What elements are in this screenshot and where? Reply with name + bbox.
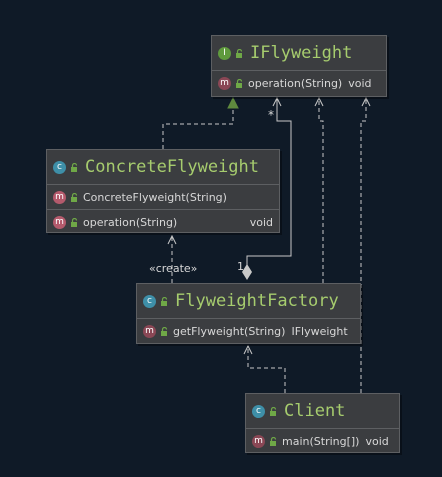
class-icon: c: [53, 160, 66, 174]
method-signature: operation(String): [248, 76, 343, 90]
method-icon: m: [53, 215, 66, 229]
method-signature: operation(String): [83, 215, 178, 229]
create-stereotype-label: «create»: [149, 262, 198, 275]
method-return-type: void: [249, 215, 273, 229]
unlock-icon: [71, 162, 78, 172]
static-method-icon: m: [252, 434, 265, 448]
unlock-icon: [270, 406, 277, 416]
edge-factory-uses-iflyweight: [318, 98, 324, 283]
class-header: c Client: [246, 394, 399, 428]
class-concreteflyweight[interactable]: c ConcreteFlyweight m ConcreteFlyweight(…: [46, 149, 280, 233]
interface-icon: I: [218, 46, 231, 60]
method-row[interactable]: m operation(String) void: [47, 210, 279, 234]
constructor-row[interactable]: m ConcreteFlyweight(String): [47, 185, 279, 209]
class-header: I IFlyweight: [212, 36, 386, 70]
method-return-type: void: [365, 434, 389, 448]
method-return-type: IFlyweight: [291, 324, 348, 338]
method-return-type: void: [348, 76, 372, 90]
class-flyweightfactory[interactable]: c FlyweightFactory m getFlyweight(String…: [136, 283, 361, 344]
multiplicity-one-label: 1: [237, 260, 244, 273]
class-iflyweight[interactable]: I IFlyweight m operation(String) void: [211, 35, 387, 97]
class-name: FlyweightFactory: [175, 291, 339, 311]
method-row[interactable]: m getFlyweight(String) IFlyweight: [137, 319, 360, 343]
class-name: ConcreteFlyweight: [85, 157, 259, 177]
abstract-method-icon: m: [218, 76, 231, 90]
class-name: IFlyweight: [250, 43, 353, 63]
class-client[interactable]: c Client m main(String[]) void: [245, 393, 400, 453]
unlock-icon: [71, 217, 78, 227]
class-icon: c: [143, 294, 156, 308]
method-icon: m: [53, 190, 66, 204]
class-name: Client: [284, 401, 346, 421]
unlock-icon: [236, 48, 243, 58]
method-row[interactable]: m main(String[]) void: [246, 429, 399, 453]
inherit-arrowhead: [227, 96, 239, 109]
constructor-signature: ConcreteFlyweight(String): [83, 190, 227, 204]
unlock-icon: [270, 436, 277, 446]
unlock-icon: [161, 296, 168, 306]
unlock-icon: [236, 78, 243, 88]
method-signature: main(String[]): [282, 434, 360, 448]
edge-client-uses-factory: [247, 346, 286, 393]
edge-concrete-implements-iflyweight: [162, 108, 234, 149]
class-icon: c: [252, 404, 265, 418]
multiplicity-many-label: *: [268, 108, 274, 122]
method-signature: getFlyweight(String): [173, 324, 286, 338]
class-header: c ConcreteFlyweight: [47, 150, 279, 184]
unlock-icon: [161, 326, 168, 336]
edge-client-uses-iflyweight: [360, 98, 367, 393]
unlock-icon: [71, 192, 78, 202]
method-row[interactable]: m operation(String) void: [212, 71, 386, 95]
class-header: c FlyweightFactory: [137, 284, 360, 318]
method-icon: m: [143, 324, 156, 338]
